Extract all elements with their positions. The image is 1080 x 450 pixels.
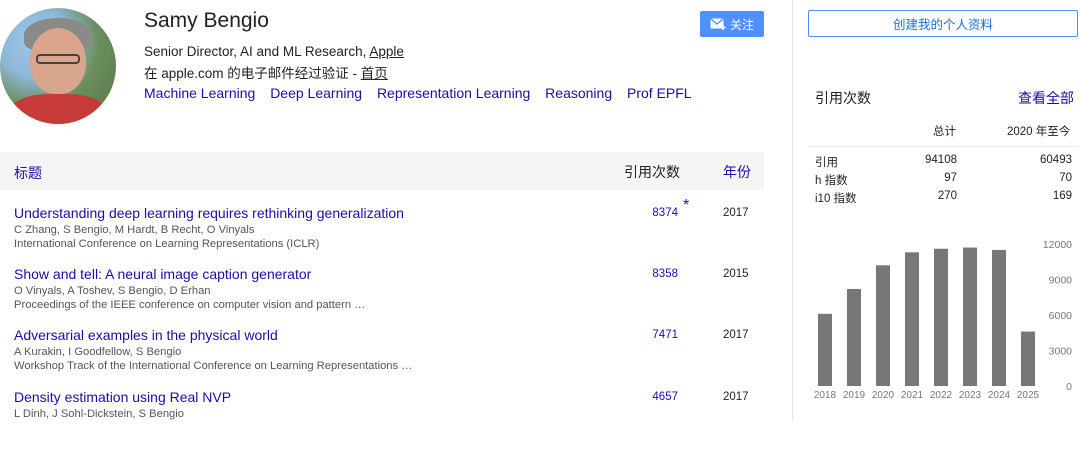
paper-title-link[interactable]: Show and tell: A neural image caption ge…: [14, 266, 311, 282]
interest-link[interactable]: Machine Learning: [144, 85, 255, 101]
chart-bar-2021[interactable]: [905, 252, 919, 386]
interest-link[interactable]: Reasoning: [545, 85, 612, 101]
interest-link[interactable]: Deep Learning: [270, 85, 362, 101]
follow-label: 关注: [729, 17, 754, 32]
chart-bar-2019[interactable]: [847, 288, 861, 386]
stat-label: 引用: [815, 157, 838, 169]
x-tick-label: 2023: [959, 390, 982, 401]
paper-year: 2015: [723, 268, 749, 280]
stat-total: 270: [937, 190, 957, 202]
stats-separator: [808, 146, 1078, 147]
stat-label: i10 指数: [815, 193, 857, 205]
table-row: Density estimation using Real NVP L Dinh…: [0, 389, 764, 450]
stats-header-total: 总计: [933, 126, 956, 138]
paper-venue: Proceedings of the IEEE conference on co…: [14, 299, 366, 311]
affiliation-link[interactable]: Apple: [369, 44, 404, 59]
y-tick-label: 12000: [1043, 239, 1072, 251]
table-row: Understanding deep learning requires ret…: [0, 197, 764, 266]
view-all-link[interactable]: 查看全部: [1018, 88, 1074, 108]
create-profile-button[interactable]: 创建我的个人资料: [808, 10, 1078, 37]
stat-since: 60493: [1040, 154, 1072, 166]
citations-per-year-chart: 2018 2019 2020 2021 2022 2023 2024 2025 12000 900…: [814, 239, 1073, 401]
paper-venue: Workshop Track of the International Conf…: [14, 360, 413, 372]
paper-title-link[interactable]: Density estimation using Real NVP: [14, 389, 231, 405]
stat-label: h 指数: [815, 175, 848, 187]
paper-title-link[interactable]: Understanding deep learning requires ret…: [14, 205, 404, 221]
paper-authors: L Dinh, J Sohl-Dickstein, S Bengio: [14, 408, 184, 420]
sort-by-title[interactable]: 标题: [14, 163, 42, 183]
stat-total: 97: [944, 172, 957, 184]
chart-bar-2023[interactable]: [963, 247, 977, 386]
paper-authors: C Zhang, S Bengio, M Hardt, B Recht, O V…: [14, 224, 255, 236]
avatar-shirt: [8, 94, 108, 124]
stats-header-since: 2020 年至今: [1007, 126, 1071, 138]
paper-title-link[interactable]: Adversarial examples in the physical wor…: [14, 327, 278, 343]
citation-count-link[interactable]: 8358: [630, 268, 678, 280]
envelope-plus-icon: [710, 18, 726, 30]
paper-year: 2017: [723, 329, 749, 341]
articles-table-header: 标题 引用次数 年份: [0, 152, 764, 190]
y-tick-label: 6000: [1049, 310, 1073, 322]
y-tick-label: 9000: [1049, 275, 1073, 287]
x-tick-label: 2019: [843, 390, 866, 401]
column-divider: [792, 0, 793, 421]
paper-authors: A Kurakin, I Goodfellow, S Bengio: [14, 346, 182, 358]
stat-since: 169: [1052, 190, 1072, 202]
chart-bar-2025[interactable]: [1021, 331, 1035, 386]
verified-email-text: 在 apple.com 的电子邮件经过验证 -: [144, 66, 361, 81]
profile-avatar: [0, 8, 116, 124]
table-row: Show and tell: A neural image caption ge…: [0, 266, 764, 327]
research-interests: Machine Learning Deep Learning Represent…: [144, 85, 703, 101]
chart-bar-2018[interactable]: [818, 313, 832, 386]
chart-bar-2020[interactable]: [876, 265, 890, 386]
interest-link[interactable]: Prof EPFL: [627, 85, 692, 101]
paper-venue: International Conference on Learning Rep…: [14, 238, 320, 250]
affiliation: Senior Director, AI and ML Research, App…: [144, 44, 404, 59]
stat-total: 94108: [925, 154, 957, 166]
paper-year: 2017: [723, 391, 749, 403]
chart-bar-2024[interactable]: [992, 249, 1006, 386]
chart-bar-2022[interactable]: [934, 248, 948, 386]
x-tick-label: 2022: [930, 390, 953, 401]
cited-by-column-header: 引用次数: [624, 164, 680, 180]
y-tick-label: 3000: [1049, 346, 1073, 358]
x-tick-label: 2021: [901, 390, 924, 401]
follow-button[interactable]: 关注: [700, 11, 764, 37]
cited-by-title: 引用次数: [815, 90, 871, 106]
table-row: Adversarial examples in the physical wor…: [0, 327, 764, 388]
affiliation-text: Senior Director, AI and ML Research,: [144, 44, 370, 59]
interest-link[interactable]: Representation Learning: [377, 85, 530, 101]
profile-name: Samy Bengio: [144, 9, 269, 32]
paper-authors: O Vinyals, A Toshev, S Bengio, D Erhan: [14, 285, 211, 297]
x-tick-label: 2020: [872, 390, 895, 401]
citation-count-link[interactable]: 7471: [630, 329, 678, 341]
x-tick-label: 2025: [1017, 390, 1040, 401]
x-tick-label: 2018: [814, 390, 837, 401]
verified-email-line: 在 apple.com 的电子邮件经过验证 - 首页: [144, 62, 388, 82]
avatar-glasses: [36, 54, 80, 64]
y-tick-label: 0: [1066, 381, 1072, 393]
x-tick-label: 2024: [988, 390, 1011, 401]
homepage-link[interactable]: 首页: [361, 66, 388, 81]
stat-since: 70: [1059, 172, 1072, 184]
citation-count-link[interactable]: 4657: [630, 391, 678, 403]
paper-year: 2017: [723, 207, 749, 219]
merged-citations-marker[interactable]: *: [683, 197, 689, 215]
sort-by-year[interactable]: 年份: [723, 162, 751, 182]
citation-count-link[interactable]: 8374: [630, 207, 678, 219]
